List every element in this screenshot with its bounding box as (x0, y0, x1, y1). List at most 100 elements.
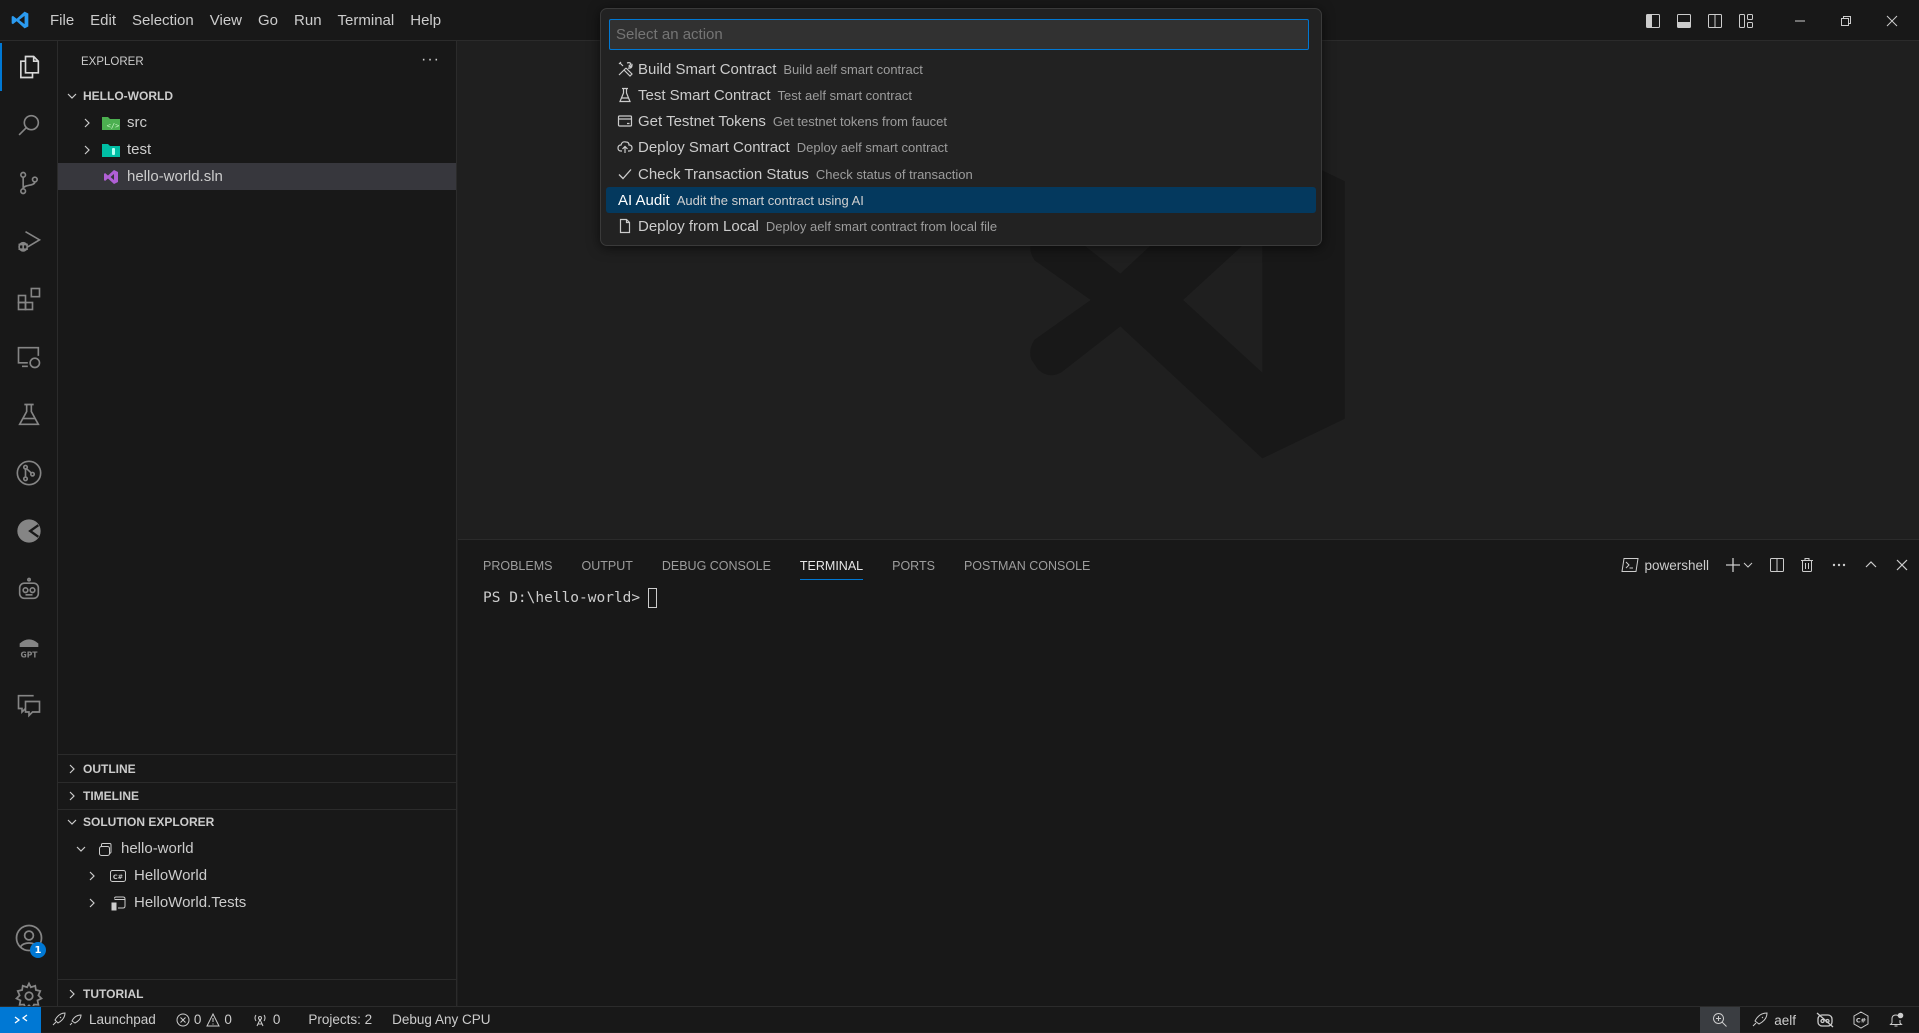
more-actions-icon[interactable] (1831, 550, 1847, 580)
remote-explorer-icon[interactable] (0, 333, 58, 381)
restore-button[interactable] (1823, 0, 1869, 41)
build-config-status[interactable]: Debug Any CPU (385, 1007, 497, 1033)
search-icon[interactable] (0, 101, 58, 149)
palette-item-build-smart-contract[interactable]: Build Smart Contract Build aelf smart co… (606, 56, 1316, 82)
palette-item-test-smart-contract[interactable]: Test Smart Contract Test aelf smart cont… (606, 82, 1316, 108)
accounts-icon[interactable]: 1 (0, 914, 58, 962)
palette-item-label: AI Audit (618, 191, 670, 209)
warning-count: 0 (224, 1012, 232, 1027)
accounts-badge: 1 (30, 942, 46, 958)
extensions-icon[interactable] (0, 275, 58, 323)
menu-file[interactable]: File (42, 12, 82, 29)
svg-text:C#: C# (113, 873, 123, 881)
source-control-icon[interactable] (0, 159, 58, 207)
testing-icon[interactable] (0, 391, 58, 439)
project-helloworld[interactable]: C# HelloWorld (58, 862, 457, 889)
terminal-instance[interactable]: powershell (1621, 550, 1709, 580)
chevron-right-icon (58, 763, 80, 775)
projects-status[interactable]: Projects: 2 (301, 1007, 379, 1033)
tab-postman-console[interactable]: POSTMAN CONSOLE (964, 552, 1090, 579)
menu-selection[interactable]: Selection (124, 12, 202, 29)
menu-run[interactable]: Run (286, 12, 330, 29)
solution-explorer-section-header[interactable]: SOLUTION EXPLORER (58, 808, 457, 835)
tools-icon (616, 60, 634, 78)
gpt-icon[interactable]: GPT (0, 623, 58, 671)
toggle-primary-sidebar-icon[interactable] (1637, 0, 1668, 41)
tab-debug-console[interactable]: DEBUG CONSOLE (662, 552, 771, 579)
terminal-dropdown-icon[interactable] (1743, 550, 1753, 580)
timeline-section-header[interactable]: TIMELINE (58, 782, 457, 809)
palette-item-check-transaction-status[interactable]: Check Transaction Status Check status of… (606, 161, 1316, 187)
notifications-status[interactable] (1881, 1007, 1911, 1033)
maximize-panel-chevron-up-icon[interactable] (1863, 550, 1879, 580)
tree-item-label: test (127, 141, 152, 158)
tab-output[interactable]: OUTPUT (581, 552, 632, 579)
check-icon (616, 165, 634, 183)
explorer-icon[interactable] (0, 43, 58, 91)
kill-terminal-trash-icon[interactable] (1799, 550, 1815, 580)
folder-src-icon: </> (100, 113, 122, 133)
csharp-icon: C# (1853, 1011, 1869, 1029)
close-window-button[interactable] (1869, 0, 1915, 41)
more-actions-icon[interactable]: ··· (421, 51, 440, 69)
outline-title: OUTLINE (83, 761, 136, 776)
tutorial-section-header[interactable]: TUTORIAL (58, 980, 457, 1007)
copilot-status[interactable] (1809, 1007, 1841, 1033)
warning-icon (206, 1012, 221, 1026)
ports-status[interactable]: 0 (245, 1007, 288, 1033)
rocket-icon (1752, 1012, 1768, 1027)
menu-go[interactable]: Go (250, 12, 286, 29)
close-panel-icon[interactable] (1895, 550, 1909, 580)
tab-terminal[interactable]: TERMINAL (799, 552, 864, 580)
launchpad-status[interactable]: Launchpad (43, 1007, 163, 1033)
broadcast-icon (254, 1014, 266, 1026)
problems-status[interactable]: 0 0 (169, 1007, 239, 1033)
outline-section-header[interactable]: OUTLINE (58, 755, 457, 782)
aelf-icon[interactable] (0, 507, 58, 555)
remote-indicator-icon[interactable] (0, 1006, 41, 1033)
palette-item-ai-audit[interactable]: AI Audit Audit the smart contract using … (606, 187, 1316, 213)
tutorial-title: TUTORIAL (83, 986, 144, 1001)
palette-item-deploy-smart-contract[interactable]: Deploy Smart Contract Deploy aelf smart … (606, 134, 1316, 160)
tree-item-src[interactable]: </> src (58, 109, 456, 136)
new-terminal-icon[interactable] (1725, 550, 1741, 580)
cloud-upload-icon (616, 138, 634, 156)
project-helloworld-tests[interactable]: HelloWorld.Tests (58, 889, 457, 916)
action-search-input[interactable] (609, 19, 1309, 50)
csharp-status[interactable]: C# (1845, 1007, 1877, 1033)
menu-terminal[interactable]: Terminal (330, 12, 403, 29)
menu-view[interactable]: View (202, 12, 250, 29)
palette-item-get-testnet-tokens[interactable]: Get Testnet Tokens Get testnet tokens fr… (606, 108, 1316, 134)
workspace-section-header[interactable]: HELLO-WORLD (58, 83, 456, 109)
minimize-button[interactable] (1777, 0, 1823, 41)
palette-item-label: Check Transaction Status (638, 165, 809, 183)
panel-tabs: PROBLEMS OUTPUT DEBUG CONSOLE TERMINAL P… (483, 552, 1119, 582)
tab-ports[interactable]: PORTS (892, 552, 935, 579)
tab-problems[interactable]: PROBLEMS (483, 552, 552, 579)
solution-icon (94, 839, 116, 859)
status-bar: Launchpad 0 0 0 Projects: 2 Debug Any CP… (0, 1006, 1919, 1033)
chevron-down-icon (74, 843, 88, 855)
run-and-debug-icon[interactable] (0, 217, 58, 265)
toggle-panel-icon[interactable] (1668, 0, 1699, 41)
tree-item-hello-world-sln[interactable]: hello-world.sln (58, 163, 456, 190)
menu-help[interactable]: Help (402, 12, 449, 29)
chat-icon[interactable] (0, 681, 58, 729)
terminal-content[interactable]: PS D:\hello-world> (483, 588, 658, 608)
menu-bar: File Edit Selection View Go Run Terminal… (42, 0, 449, 41)
palette-item-label: Get Testnet Tokens (638, 112, 766, 130)
zoom-status[interactable] (1700, 1007, 1741, 1033)
folder-test-icon (100, 140, 122, 160)
palette-item-deploy-from-local[interactable]: Deploy from Local Deploy aelf smart cont… (606, 213, 1316, 239)
solution-root[interactable]: hello-world (58, 835, 457, 862)
menu-edit[interactable]: Edit (82, 12, 124, 29)
customize-layout-icon[interactable] (1730, 0, 1761, 41)
aelf-status[interactable]: aelf (1744, 1007, 1803, 1033)
tree-item-test[interactable]: test (58, 136, 456, 163)
git-graph-icon[interactable] (0, 449, 58, 497)
toggle-secondary-sidebar-icon[interactable] (1699, 0, 1730, 41)
workspace-name: HELLO-WORLD (83, 89, 173, 103)
split-terminal-icon[interactable] (1769, 550, 1785, 580)
copilot-bot-icon[interactable] (0, 565, 58, 613)
timeline-title: TIMELINE (83, 788, 139, 803)
